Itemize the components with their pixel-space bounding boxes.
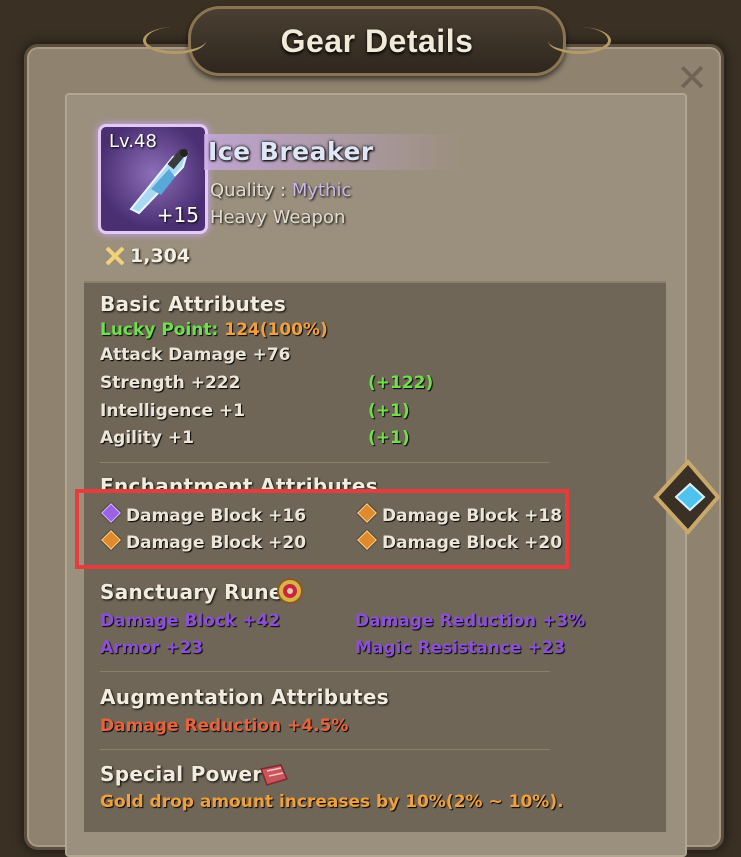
power-value: 1,304 [130, 245, 191, 267]
page-title: Gear Details [280, 22, 474, 59]
special-power-title: Special Power [100, 762, 263, 786]
item-quality: Quality : Mythic [210, 180, 351, 201]
augmentation-attributes-title: Augmentation Attributes [100, 685, 389, 709]
item-level: Lv.48 [109, 131, 157, 152]
lucky-point-value: 124(100%) [224, 320, 328, 340]
lucky-point: Lucky Point: 124(100%) [100, 320, 328, 340]
divider [100, 671, 550, 672]
rune-item: Damage Block +42 [100, 611, 281, 631]
close-button[interactable]: ✕ [674, 59, 710, 97]
item-icon: Lv.48 +15 [98, 124, 208, 234]
crossed-swords-icon [105, 246, 125, 266]
rune-icon [277, 578, 303, 604]
close-icon: ✕ [676, 56, 708, 100]
attr-strength: Strength +222 [100, 373, 241, 393]
next-arrow-button[interactable] [648, 452, 724, 542]
divider [100, 462, 550, 463]
divider [100, 749, 550, 750]
power-score: 1,304 [104, 245, 190, 267]
title-plate: Gear Details [143, 6, 611, 76]
item-enhance-level: +15 [156, 203, 199, 227]
special-power-text: Gold drop amount increases by 10%(2% ~ 1… [100, 792, 564, 812]
book-icon [259, 764, 289, 786]
item-name: Ice Breaker [208, 137, 374, 166]
attr-intelligence-bonus: (+1) [368, 401, 410, 421]
attr-agility: Agility +1 [100, 428, 195, 448]
sanctuary-rune-title: Sanctuary Rune [100, 580, 283, 604]
rune-item: Armor +23 [100, 638, 204, 658]
attr-attack-damage: Attack Damage +76 [100, 345, 291, 365]
item-type: Heavy Weapon [210, 207, 346, 228]
rune-item: Magic Resistance +23 [355, 638, 566, 658]
augmentation-value: Damage Reduction +4.5% [100, 716, 349, 736]
lucky-point-label: Lucky Point: [100, 320, 225, 340]
attr-strength-bonus: (+122) [368, 373, 434, 393]
attr-agility-bonus: (+1) [368, 428, 410, 448]
rune-item: Damage Reduction +3% [355, 611, 586, 631]
quality-label: Quality : [210, 180, 292, 201]
quality-value: Mythic [291, 180, 352, 201]
enchantment-highlight-box [75, 489, 569, 569]
attr-intelligence: Intelligence +1 [100, 401, 245, 421]
basic-attributes-title: Basic Attributes [100, 292, 287, 316]
